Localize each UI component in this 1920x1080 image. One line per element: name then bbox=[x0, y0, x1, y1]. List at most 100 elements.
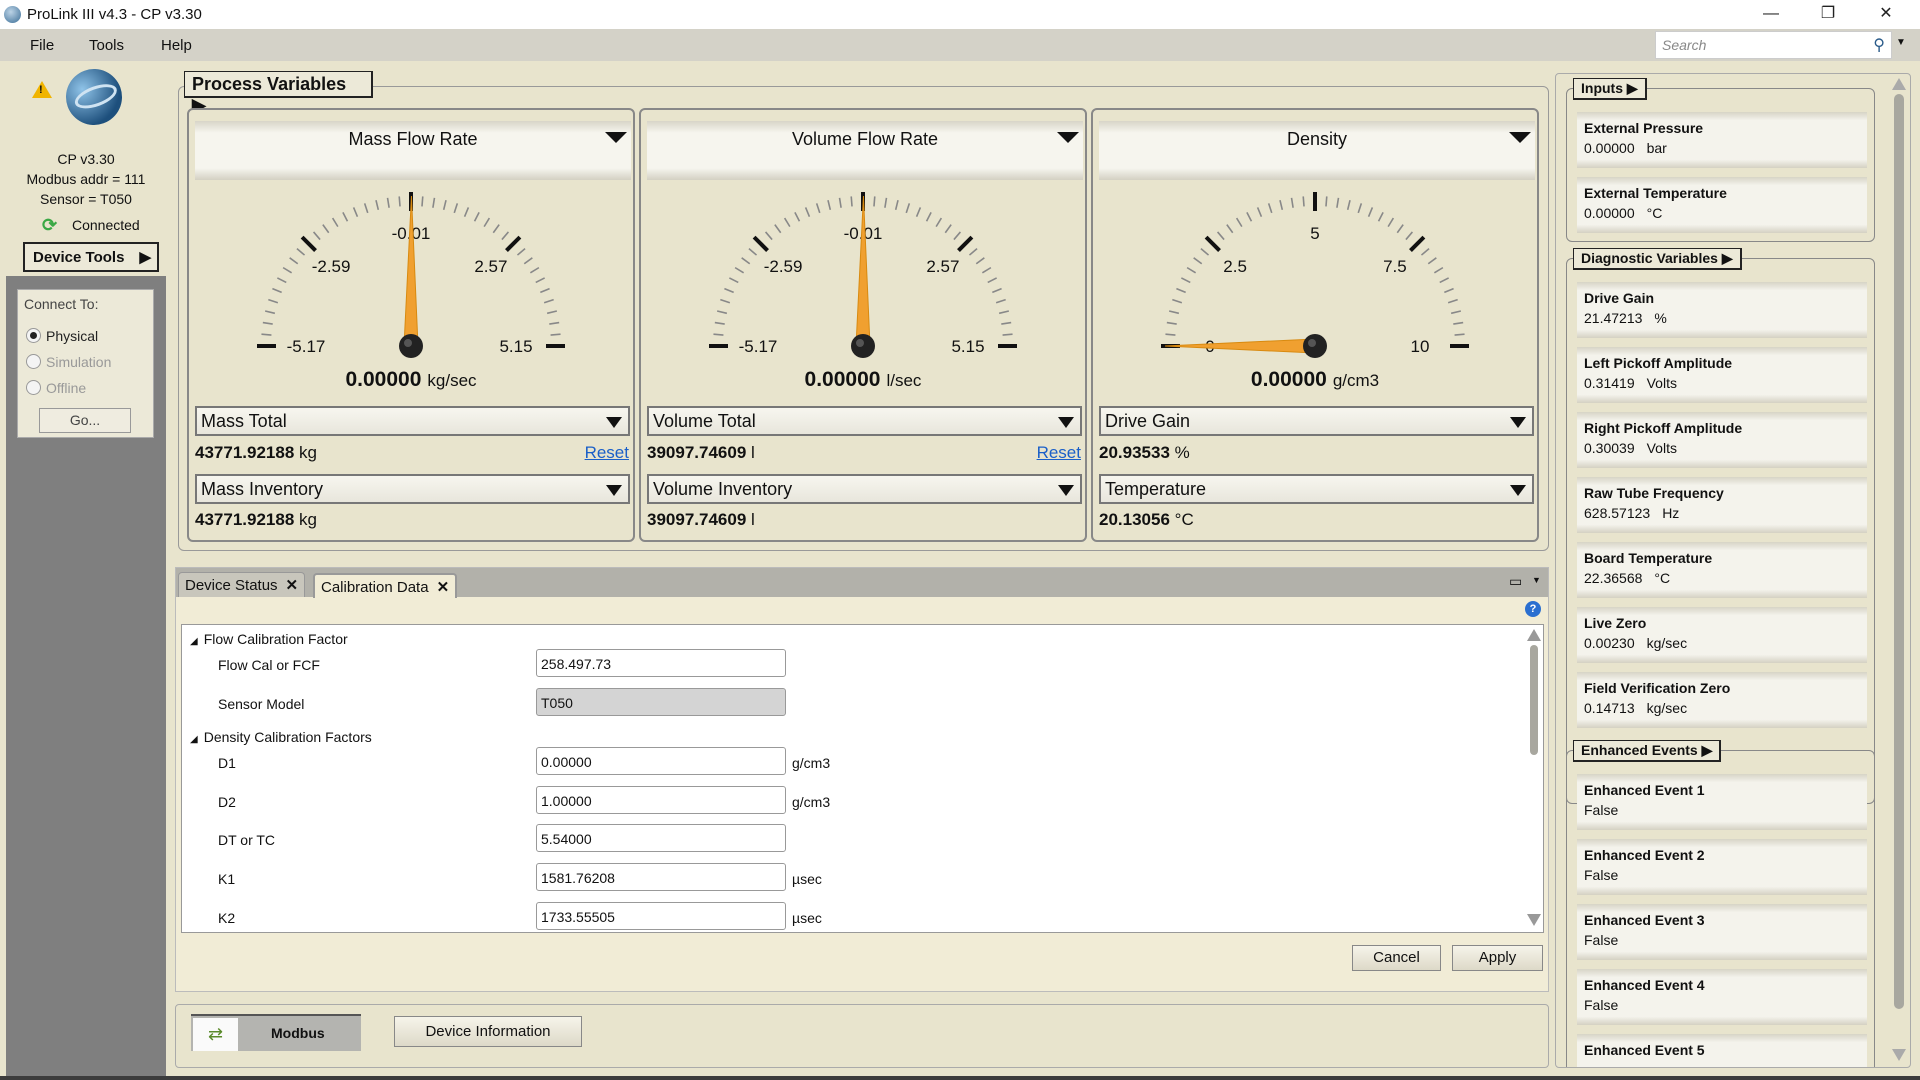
device-address: Modbus addr = 111 bbox=[26, 171, 146, 187]
device-information-button[interactable]: Device Information bbox=[394, 1016, 582, 1047]
radio-physical[interactable] bbox=[26, 328, 41, 343]
close-tab-icon[interactable]: ✕ bbox=[286, 577, 299, 594]
variable-unit: Volts bbox=[1646, 440, 1677, 456]
collapse-icon[interactable]: ◢ bbox=[190, 734, 198, 745]
gauge-minor-tick bbox=[1002, 333, 1013, 336]
gauge-minor-tick bbox=[342, 211, 349, 222]
gauge-tick-label: 2.5 bbox=[1223, 257, 1247, 276]
k2-input[interactable]: 1733.55505 bbox=[536, 902, 786, 930]
gauge-readout: 0.00000 g/cm3 bbox=[1093, 368, 1537, 392]
enhanced-events-header[interactable]: Enhanced Events ▶ bbox=[1573, 740, 1722, 762]
section-flow-calibration[interactable]: ◢ Flow Calibration Factor bbox=[190, 631, 348, 647]
scrollbar-thumb[interactable] bbox=[1894, 94, 1904, 1009]
window-title: ProLink III v4.3 - CP v3.30 bbox=[27, 6, 202, 23]
device-tools-label: Device Tools bbox=[33, 249, 125, 266]
search-dropdown-icon[interactable]: ▼ bbox=[1896, 37, 1906, 48]
maximize-panel-icon[interactable]: ▭ bbox=[1509, 573, 1522, 590]
total2-dropdown[interactable]: Temperature bbox=[1099, 474, 1534, 504]
dropdown-arrow-icon[interactable] bbox=[605, 132, 627, 143]
total1-dropdown[interactable]: Volume Total bbox=[647, 406, 1082, 436]
tab-device-status[interactable]: Device Status ✕ bbox=[178, 572, 306, 597]
scroll-down-icon[interactable] bbox=[1527, 914, 1541, 926]
total2-unit: kg bbox=[299, 510, 317, 529]
arrow-right-icon: ▶ bbox=[1721, 250, 1733, 266]
reset-volume-total-link[interactable]: Reset bbox=[1037, 443, 1081, 463]
go-button[interactable]: Go... bbox=[39, 408, 131, 433]
k1-input[interactable]: 1581.76208 bbox=[536, 863, 786, 891]
gauge-minor-tick bbox=[1454, 333, 1465, 336]
field-label: D1 bbox=[218, 755, 236, 771]
field-label: K1 bbox=[218, 871, 236, 887]
total2-dropdown[interactable]: Mass Inventory bbox=[195, 474, 630, 504]
variable-unit: °C bbox=[1654, 570, 1671, 586]
device-tools-button[interactable]: Device Tools ▶ bbox=[23, 242, 159, 272]
total1-label: Volume Total bbox=[653, 411, 756, 431]
variable-unit: Volts bbox=[1646, 375, 1677, 391]
total1-unit: kg bbox=[299, 443, 317, 462]
section-density-calibration[interactable]: ◢ Density Calibration Factors bbox=[190, 729, 372, 745]
total2-unit: °C bbox=[1174, 510, 1194, 529]
gauge-minor-tick bbox=[1302, 196, 1305, 207]
scroll-down-icon[interactable] bbox=[1892, 1049, 1906, 1061]
radio-simulation[interactable] bbox=[26, 354, 41, 369]
variable-unit: Hz bbox=[1662, 505, 1680, 521]
gauge-header[interactable]: Mass Flow Rate bbox=[195, 121, 631, 180]
menu-file[interactable]: File bbox=[30, 37, 54, 54]
gauge-header[interactable]: Volume Flow Rate bbox=[647, 121, 1083, 180]
search-input[interactable]: Search ⚲ bbox=[1655, 31, 1892, 59]
form-scrollbar[interactable] bbox=[1527, 627, 1541, 930]
gauge-header[interactable]: Density bbox=[1099, 121, 1535, 180]
gauge-minor-tick bbox=[1176, 287, 1186, 294]
variable-card: Right Pickoff Amplitude 0.30039 Volts bbox=[1577, 412, 1867, 468]
restore-button[interactable]: ❐ bbox=[1805, 0, 1851, 29]
scroll-up-icon[interactable] bbox=[1527, 629, 1541, 641]
dt-input[interactable]: 5.54000 bbox=[536, 824, 786, 852]
apply-button[interactable]: Apply bbox=[1452, 945, 1543, 971]
gauge-minor-tick bbox=[1267, 203, 1273, 214]
gauge-minor-tick bbox=[322, 224, 330, 234]
flow-cal-input[interactable]: 258.497.73 bbox=[536, 649, 786, 677]
scroll-up-icon[interactable] bbox=[1892, 78, 1906, 90]
total1-dropdown[interactable]: Drive Gain bbox=[1099, 406, 1534, 436]
d1-input[interactable]: 0.00000 bbox=[536, 747, 786, 775]
menu-help[interactable]: Help bbox=[161, 37, 192, 54]
total1-value: 20.93533 bbox=[1099, 443, 1170, 462]
gauge-panel-density: Density 02.557.510 0.00000g/cm3 Drive Ga… bbox=[1091, 108, 1539, 542]
dropdown-arrow-icon[interactable] bbox=[1057, 132, 1079, 143]
radio-offline[interactable] bbox=[26, 380, 41, 395]
tab-calibration-data[interactable]: Calibration Data ✕ bbox=[313, 573, 458, 598]
total1-label: Mass Total bbox=[201, 411, 287, 431]
help-icon[interactable]: ? bbox=[1525, 601, 1541, 617]
total1-dropdown[interactable]: Mass Total bbox=[195, 406, 630, 436]
bottom-bar: ⇄ Modbus Device Information bbox=[175, 1004, 1549, 1068]
total2-value: 20.13056 bbox=[1099, 510, 1170, 529]
inputs-header[interactable]: Inputs ▶ bbox=[1573, 78, 1647, 100]
close-tab-icon[interactable]: ✕ bbox=[437, 579, 450, 596]
dropdown-arrow-icon bbox=[1510, 417, 1526, 428]
protocol-indicator[interactable]: ⇄ Modbus bbox=[191, 1014, 361, 1051]
gauge-panel-volume-flow: Volume Flow Rate -5.17-2.59-0.012.575.15… bbox=[639, 108, 1087, 542]
total2-value: 39097.74609 bbox=[647, 510, 747, 529]
gauge-minor-tick bbox=[1336, 197, 1340, 208]
close-button[interactable]: ✕ bbox=[1863, 0, 1909, 29]
reset-mass-total-link[interactable]: Reset bbox=[585, 443, 629, 463]
process-variables-header[interactable]: Process Variables ▶ bbox=[184, 71, 373, 115]
right-panel-scrollbar[interactable] bbox=[1889, 74, 1909, 1067]
diagnostic-variables-header[interactable]: Diagnostic Variables ▶ bbox=[1573, 248, 1742, 270]
scrollbar-thumb[interactable] bbox=[1530, 645, 1538, 755]
d2-input[interactable]: 1.00000 bbox=[536, 786, 786, 814]
variable-card: Raw Tube Frequency 628.57123 Hz bbox=[1577, 477, 1867, 533]
inputs-title: Inputs bbox=[1581, 80, 1623, 96]
menu-tools[interactable]: Tools bbox=[89, 37, 124, 54]
minimize-button[interactable]: — bbox=[1748, 0, 1794, 29]
gauge-minor-tick bbox=[774, 224, 782, 234]
dropdown-arrow-icon[interactable] bbox=[1509, 132, 1531, 143]
variable-value: 628.57123 bbox=[1584, 505, 1651, 521]
gauge-minor-tick bbox=[734, 266, 745, 274]
search-icon[interactable]: ⚲ bbox=[1873, 35, 1885, 55]
total2-dropdown[interactable]: Volume Inventory bbox=[647, 474, 1082, 504]
gauge-minor-tick bbox=[492, 224, 500, 234]
panel-menu-icon[interactable]: ▼ bbox=[1532, 575, 1541, 585]
collapse-icon[interactable]: ◢ bbox=[190, 636, 198, 647]
cancel-button[interactable]: Cancel bbox=[1352, 945, 1441, 971]
